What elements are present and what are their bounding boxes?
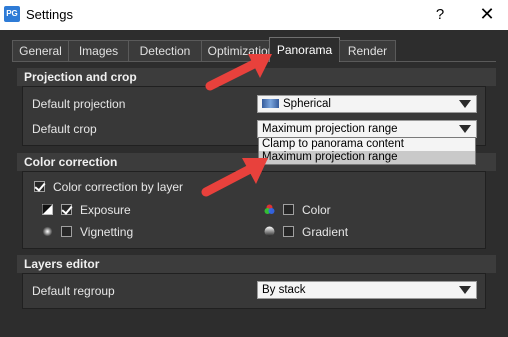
gradient-icon [264, 226, 275, 237]
layers-editor-header: Layers editor [17, 255, 496, 273]
color-label: Color [302, 203, 331, 217]
default-regroup-label: Default regroup [32, 284, 115, 298]
tab-detection[interactable]: Detection [128, 40, 202, 61]
exposure-label: Exposure [80, 203, 131, 217]
default-crop-select[interactable]: Maximum projection range [257, 120, 477, 138]
tab-images[interactable]: Images [68, 40, 129, 61]
color-by-layer-checkbox[interactable] [34, 181, 45, 192]
window-title: Settings [26, 7, 73, 22]
vignetting-label: Vignetting [80, 225, 134, 239]
help-button[interactable]: ? [430, 5, 450, 25]
projection-crop-header: Projection and crop [17, 68, 496, 86]
color-by-layer-label: Color correction by layer [53, 180, 184, 194]
default-projection-value: Spherical [283, 98, 331, 110]
default-crop-value: Maximum projection range [262, 123, 398, 135]
title-bar: PG Settings ? ✕ [0, 0, 508, 30]
tab-panorama[interactable]: Panorama [269, 37, 340, 62]
app-icon: PG [4, 6, 20, 22]
crop-option-clamp[interactable]: Clamp to panorama content [259, 138, 475, 151]
exposure-icon [42, 204, 53, 215]
default-projection-select[interactable]: Spherical [257, 95, 477, 113]
default-crop-label: Default crop [32, 122, 97, 136]
exposure-checkbox[interactable] [61, 204, 72, 215]
crop-dropdown-list: Clamp to panorama content Maximum projec… [258, 137, 476, 165]
close-button[interactable]: ✕ [476, 3, 498, 25]
chevron-down-icon [459, 125, 471, 133]
chevron-down-icon [459, 286, 471, 294]
vignetting-checkbox[interactable] [61, 226, 72, 237]
tab-render[interactable]: Render [339, 40, 396, 61]
crop-option-maximum[interactable]: Maximum projection range [259, 151, 475, 164]
default-regroup-select[interactable]: By stack [257, 281, 477, 299]
gradient-checkbox[interactable] [283, 226, 294, 237]
default-regroup-value: By stack [262, 284, 306, 296]
color-icon [264, 204, 275, 214]
color-checkbox[interactable] [283, 204, 294, 215]
tab-general[interactable]: General [12, 40, 69, 61]
spherical-projection-icon [262, 99, 279, 108]
chevron-down-icon [459, 100, 471, 108]
vignetting-icon [42, 226, 53, 237]
default-projection-label: Default projection [32, 97, 126, 111]
gradient-label: Gradient [302, 225, 349, 239]
